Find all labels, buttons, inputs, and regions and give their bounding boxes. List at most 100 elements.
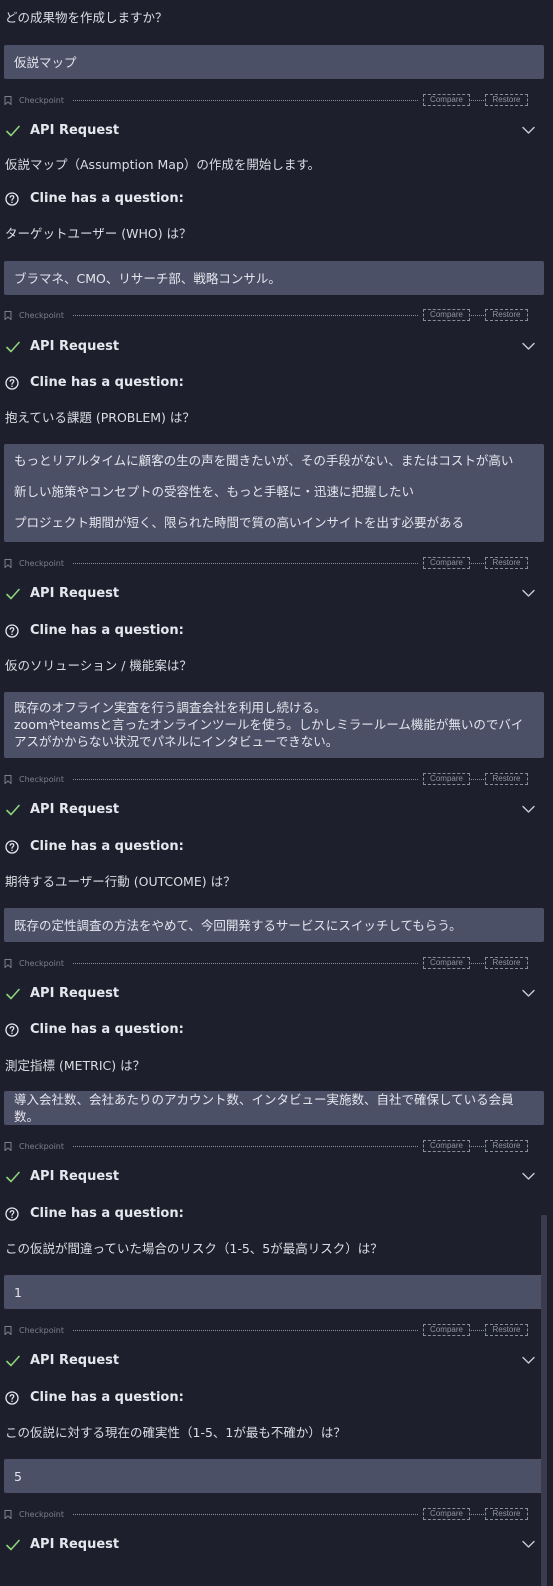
check-icon	[6, 125, 20, 137]
intro-question: どの成果物を作成しますか？	[5, 10, 168, 25]
question-header-row: Cline has a question:	[0, 190, 553, 210]
question-circle-icon	[5, 1207, 19, 1221]
checkpoint-divider	[471, 1146, 484, 1147]
answer-paragraph: 既存のオフライン実査を行う調査会社を利用し続ける。	[14, 700, 327, 715]
question-text: 測定指標 (METRIC) は？	[5, 1058, 146, 1073]
question-circle-icon	[5, 840, 19, 854]
api-request-row[interactable]: API Request	[0, 984, 553, 1004]
checkpoint-divider	[73, 1146, 418, 1147]
answer-box: 既存のオフライン実査を行う調査会社を利用し続ける。 zoomやteamsと言った…	[4, 692, 544, 758]
compare-button[interactable]: Compare	[423, 94, 470, 106]
question-header-label: Cline has a question:	[30, 839, 184, 854]
restore-button[interactable]: Restore	[485, 309, 528, 321]
question-text: ターゲットユーザー (WHO) は？	[5, 226, 192, 241]
chevron-down-icon[interactable]	[522, 989, 535, 998]
chevron-down-icon[interactable]	[522, 1540, 535, 1549]
chevron-down-icon[interactable]	[522, 126, 535, 135]
checkpoint-divider	[73, 1330, 418, 1331]
checkpoint-row: Checkpoint Compare Restore	[0, 309, 553, 323]
checkpoint-label: Checkpoint	[19, 559, 65, 568]
bookmark-icon	[4, 1142, 12, 1151]
question-circle-icon	[5, 1391, 19, 1405]
question-circle-icon	[5, 376, 19, 390]
answer-box: ブラマネ、CMO、リサーチ部、戦略コンサル。	[4, 261, 544, 295]
api-request-row[interactable]: API Request	[0, 1535, 553, 1555]
checkpoint-divider	[73, 563, 418, 564]
question-header-row: Cline has a question:	[0, 1389, 553, 1409]
check-icon	[6, 1539, 20, 1551]
restore-button[interactable]: Restore	[485, 1508, 528, 1520]
checkpoint-divider	[73, 315, 418, 316]
start-message: 仮説マップ（Assumption Map）の作成を開始します。	[5, 157, 321, 172]
compare-button[interactable]: Compare	[423, 309, 470, 321]
answer-box: 既存の定性調査の方法をやめて、今回開発するサービスにスイッチしてもらう。	[4, 908, 544, 942]
question-header-row: Cline has a question:	[0, 622, 553, 642]
compare-button[interactable]: Compare	[423, 1508, 470, 1520]
api-request-row[interactable]: API Request	[0, 1167, 553, 1187]
checkpoint-label: Checkpoint	[19, 311, 65, 320]
compare-button[interactable]: Compare	[423, 1140, 470, 1152]
question-circle-icon	[5, 1023, 19, 1037]
bookmark-icon	[4, 1510, 12, 1519]
api-request-row[interactable]: API Request	[0, 800, 553, 820]
question-header-row: Cline has a question:	[0, 1021, 553, 1041]
bookmark-icon	[4, 311, 12, 320]
checkpoint-label: Checkpoint	[19, 775, 65, 784]
question-text: 期待するユーザー行動 (OUTCOME) は？	[5, 874, 236, 889]
bookmark-icon	[4, 959, 12, 968]
checkpoint-divider	[73, 779, 418, 780]
chevron-down-icon[interactable]	[522, 805, 535, 814]
check-icon	[6, 804, 20, 816]
intro-answer-text: 仮説マップ	[14, 54, 77, 70]
checkpoint-divider	[471, 315, 484, 316]
api-request-label: API Request	[30, 1537, 120, 1552]
answer-paragraph: ブラマネ、CMO、リサーチ部、戦略コンサル。	[14, 270, 281, 286]
checkpoint-divider	[73, 963, 418, 964]
chevron-down-icon[interactable]	[522, 342, 535, 351]
compare-button[interactable]: Compare	[423, 557, 470, 569]
check-icon	[6, 1355, 20, 1367]
restore-button[interactable]: Restore	[485, 773, 528, 785]
answer-paragraph: 導入会社数、会社あたりのアカウント数、インタビュー実施数、自社で確保している会員…	[14, 1092, 514, 1124]
checkpoint-divider	[471, 779, 484, 780]
restore-button[interactable]: Restore	[485, 957, 528, 969]
api-request-row[interactable]: API Request	[0, 121, 553, 141]
scrollbar-thumb[interactable]	[541, 1215, 547, 1586]
restore-button[interactable]: Restore	[485, 1140, 528, 1152]
check-icon	[6, 988, 20, 1000]
question-text: この仮説に対する現在の確実性（1-5、1が最も不確か）は？	[5, 1425, 346, 1440]
question-circle-icon	[5, 192, 19, 206]
compare-button[interactable]: Compare	[423, 773, 470, 785]
api-request-row[interactable]: API Request	[0, 337, 553, 357]
intro-answer: 仮説マップ	[4, 45, 544, 79]
restore-button[interactable]: Restore	[485, 1324, 528, 1336]
checkpoint-divider	[471, 963, 484, 964]
api-request-label: API Request	[30, 339, 120, 354]
compare-button[interactable]: Compare	[423, 957, 470, 969]
checkpoint-row: Checkpoint Compare Restore	[0, 94, 553, 108]
api-request-row[interactable]: API Request	[0, 584, 553, 604]
chevron-down-icon[interactable]	[522, 1172, 535, 1181]
api-request-row[interactable]: API Request	[0, 1351, 553, 1371]
question-header-label: Cline has a question:	[30, 1390, 184, 1405]
checkpoint-label: Checkpoint	[19, 96, 65, 105]
checkpoint-row: Checkpoint Compare Restore	[0, 1140, 553, 1154]
checkpoint-divider	[471, 563, 484, 564]
restore-button[interactable]: Restore	[485, 94, 528, 106]
checkpoint-label: Checkpoint	[19, 1326, 65, 1335]
answer-paragraph: プロジェクト期間が短く、限られた時間で質の高いインサイトを出す必要がある	[14, 515, 465, 530]
chat-transcript: どの成果物を作成しますか？ 仮説マップ Checkpoint Compare R…	[0, 0, 553, 1586]
checkpoint-divider	[73, 100, 418, 101]
chevron-down-icon[interactable]	[522, 1356, 535, 1365]
checkpoint-row: Checkpoint Compare Restore	[0, 1324, 553, 1338]
question-header-row: Cline has a question:	[0, 1205, 553, 1225]
check-icon	[6, 341, 20, 353]
check-icon	[6, 1171, 20, 1183]
compare-button[interactable]: Compare	[423, 1324, 470, 1336]
restore-button[interactable]: Restore	[485, 557, 528, 569]
api-request-label: API Request	[30, 1169, 120, 1184]
chevron-down-icon[interactable]	[522, 589, 535, 598]
bookmark-icon	[4, 96, 12, 105]
api-request-label: API Request	[30, 1353, 120, 1368]
checkpoint-divider	[73, 1514, 418, 1515]
